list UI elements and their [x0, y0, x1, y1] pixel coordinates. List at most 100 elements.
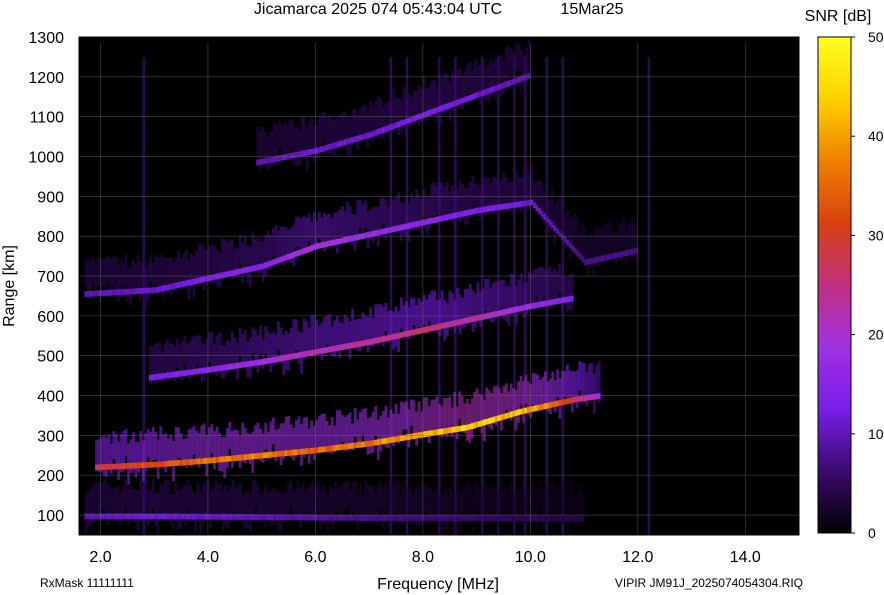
echo-spread — [525, 167, 529, 203]
echo-spread — [101, 258, 105, 286]
echo-cell — [238, 454, 242, 461]
echo-spread — [104, 479, 108, 517]
echo-cell — [159, 286, 163, 292]
echo-cell — [156, 286, 160, 293]
echo-cell — [564, 515, 567, 522]
echo-cell — [456, 212, 459, 218]
echo-cell — [364, 339, 367, 346]
echo-cell — [223, 456, 227, 463]
echo-cell — [453, 320, 457, 326]
echo-cell — [129, 288, 133, 295]
echo-spread — [520, 49, 523, 91]
echo-cell — [233, 269, 237, 276]
echo-cell — [156, 373, 160, 380]
echo-spread — [471, 290, 475, 332]
echo-cell — [517, 201, 521, 208]
echo-cell — [335, 345, 339, 351]
echo-spread — [335, 410, 339, 451]
echo-cell — [425, 326, 429, 333]
echo-cell — [121, 513, 125, 520]
echo-cell — [504, 81, 508, 88]
echo-cell — [476, 91, 480, 98]
echo-cell — [399, 515, 402, 521]
echo-spread — [326, 493, 330, 535]
echo-cell — [369, 515, 372, 521]
echo-cell — [256, 359, 260, 366]
echo-cell — [627, 249, 631, 256]
echo-cell — [544, 515, 547, 522]
echo-cell — [392, 123, 395, 130]
echo-cell — [440, 428, 444, 435]
echo-spread — [223, 345, 227, 378]
echo-spread — [325, 214, 329, 244]
echo-spread — [445, 302, 449, 337]
echo-cell — [156, 513, 160, 520]
echo-cell — [427, 325, 431, 332]
echo-cell — [404, 223, 408, 230]
echo-cell — [288, 153, 292, 160]
echo-cell — [111, 289, 115, 296]
y-tick-label: 800 — [37, 229, 64, 246]
echo-spread — [251, 431, 255, 473]
echo-cell — [241, 267, 245, 274]
echo-spread — [210, 424, 214, 453]
echo-spread — [512, 180, 516, 216]
echo-spread — [101, 481, 105, 510]
echo-cell — [456, 515, 460, 521]
echo-spread — [486, 65, 490, 102]
echo-spread — [284, 331, 288, 370]
echo-cell — [445, 103, 449, 110]
echo-cell — [306, 514, 310, 521]
echo-cell — [141, 462, 145, 469]
echo-spread — [248, 433, 252, 465]
echo-spread — [539, 480, 542, 508]
echo-cell — [233, 455, 237, 462]
echo-cell — [541, 515, 545, 522]
echo-cell — [323, 145, 326, 152]
echo-spread — [374, 304, 378, 343]
echo-cell — [571, 515, 575, 522]
echo-spread — [273, 122, 277, 158]
echo-cell — [154, 513, 158, 520]
echo-cell — [416, 515, 420, 521]
echo-cell — [146, 287, 150, 294]
echo-spread — [169, 494, 173, 525]
echo-cell — [458, 98, 462, 105]
echo-cell — [524, 515, 527, 522]
echo-cell — [374, 515, 377, 521]
echo-cell — [159, 513, 163, 520]
echo-cell — [101, 513, 105, 520]
echo-spread — [509, 482, 512, 519]
echo-spread — [474, 293, 477, 328]
echo-cell — [466, 317, 470, 324]
echo-spread — [471, 175, 475, 204]
echo-cell — [161, 513, 165, 520]
echo-spread — [104, 257, 108, 288]
echo-spread — [384, 302, 388, 332]
echo-spread — [463, 188, 467, 225]
echo-spread — [394, 306, 398, 347]
echo-spread — [215, 249, 219, 287]
echo-spread — [269, 333, 273, 373]
echo-spread — [468, 404, 472, 444]
echo-cell — [520, 305, 523, 312]
echo-cell — [536, 515, 540, 522]
echo-cell — [311, 514, 315, 521]
echo-cell — [487, 418, 491, 424]
echo-cell — [446, 515, 450, 521]
echo-cell — [341, 514, 345, 521]
echo-cell — [348, 443, 352, 449]
echo-spread — [427, 85, 431, 114]
echo-cell — [512, 307, 516, 313]
echo-spread — [499, 280, 503, 309]
echo-spread — [399, 297, 403, 329]
echo-cell — [460, 425, 464, 432]
echo-cell — [389, 334, 393, 341]
echo-cell — [479, 207, 482, 213]
echo-spread — [136, 490, 140, 531]
echo-spread — [379, 197, 383, 234]
echo-cell — [366, 339, 370, 346]
echo-spread — [490, 393, 494, 430]
echo-spread — [481, 483, 485, 519]
echo-cell — [254, 453, 257, 460]
